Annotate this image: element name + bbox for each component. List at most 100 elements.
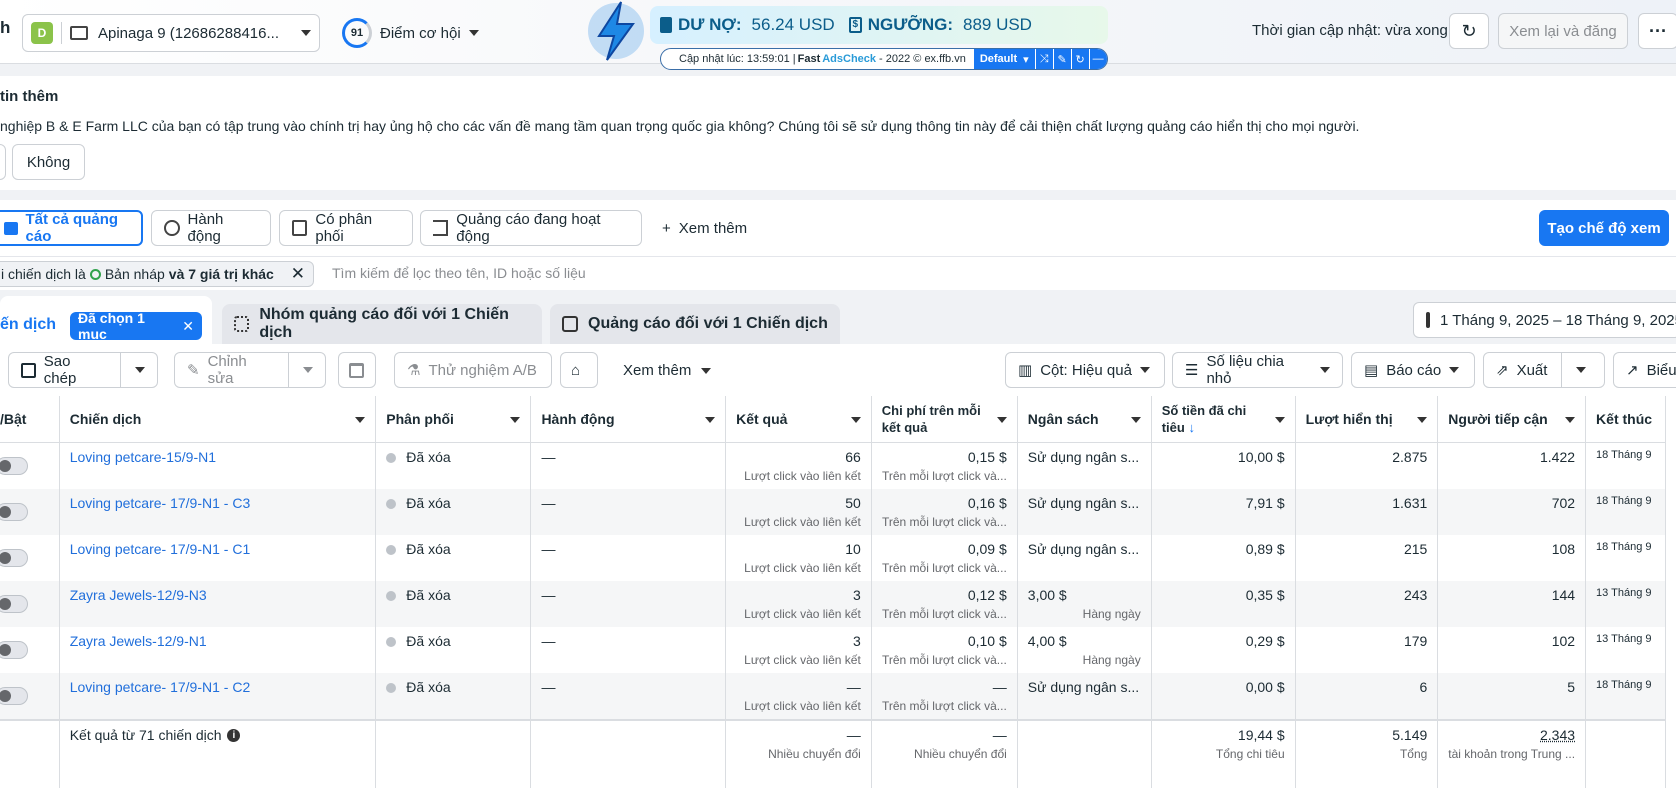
- totals-reach-value[interactable]: 2.343: [1448, 727, 1575, 743]
- campaign-table: /Bật Chiến dịch Phân phối Hành động Kết …: [0, 396, 1676, 788]
- close-icon[interactable]: ✕: [291, 264, 305, 284]
- table-row[interactable]: Loving petcare- 17/9-N1 - C2 Đã xóa — — L…: [0, 673, 1666, 720]
- campaign-toggle[interactable]: [0, 457, 28, 475]
- cpr-cell: 0,09 $ Trên mỗi lượt click và...: [871, 535, 1017, 581]
- tab-ads[interactable]: Quảng cáo đối với 1 Chiến dịch: [550, 304, 840, 344]
- tab-campaigns[interactable]: ến dịch Đã chọn 1 mục ✕: [0, 296, 212, 344]
- campaign-name-link[interactable]: Loving petcare- 17/9-N1 - C3: [70, 495, 251, 511]
- actions-cell: —: [531, 489, 726, 535]
- search-input[interactable]: Tìm kiếm để lọc theo tên, ID hoặc số liệ…: [332, 265, 586, 281]
- col-amount-spent[interactable]: Số tiền đã chi tiêu ↓: [1151, 396, 1295, 442]
- filter-all-ads[interactable]: Tất cả quảng cáo: [0, 210, 143, 246]
- col-budget[interactable]: Ngân sách: [1017, 396, 1151, 442]
- campaign-cell: Loving petcare- 17/9-N1 - C2: [59, 673, 376, 720]
- totals-spent-sub: Tổng chi tiêu: [1162, 747, 1285, 761]
- export-button[interactable]: ⇗ Xuất: [1483, 352, 1605, 388]
- profile-select[interactable]: Default ▾: [974, 48, 1035, 70]
- review-publish-button[interactable]: Xem lại và đăng: [1498, 13, 1628, 49]
- refresh-button[interactable]: ↻: [1449, 13, 1489, 49]
- col-reach[interactable]: Người tiếp cận: [1438, 396, 1586, 442]
- col-campaign[interactable]: Chiến dịch: [59, 396, 376, 442]
- columns-button[interactable]: ▥ Cột: Hiệu quả: [1005, 352, 1165, 388]
- table-row[interactable]: Zayra Jewels-12/9-N1 Đã xóa — 3 Lượt clic…: [0, 627, 1666, 673]
- chevron-down-icon: [701, 368, 711, 374]
- breakdown-button[interactable]: ☰ Số liệu chia nhỏ: [1172, 352, 1343, 388]
- col-delivery[interactable]: Phân phối: [376, 396, 531, 442]
- results-cell: 3 Lượt click vào liên kết: [726, 581, 872, 627]
- campaign-toggle[interactable]: [0, 641, 28, 659]
- status-dot-icon: [386, 683, 396, 693]
- chevron-down-icon: [705, 417, 715, 423]
- refresh-icon: ↻: [1461, 21, 1476, 42]
- minimize-button[interactable]: —: [1089, 48, 1107, 70]
- campaign-toggle[interactable]: [0, 503, 28, 521]
- toggle-cell: [0, 581, 59, 627]
- chevron-down-icon: [1140, 367, 1150, 373]
- copy-button[interactable]: Sao chép: [8, 352, 158, 388]
- filter-delivered[interactable]: Có phân phối: [279, 210, 413, 246]
- tab-adsets[interactable]: Nhóm quảng cáo đối với 1 Chiến dịch: [222, 304, 542, 344]
- table-row[interactable]: Loving petcare- 17/9-N1 - C1 Đã xóa — 10…: [0, 535, 1666, 581]
- impressions-cell: 243: [1295, 581, 1438, 627]
- filter-active-ads[interactable]: Quảng cáo đang hoạt động: [420, 210, 642, 246]
- campaign-toggle[interactable]: [0, 595, 28, 613]
- reports-label: Báo cáo: [1386, 362, 1441, 379]
- col-toggle[interactable]: /Bật: [0, 396, 59, 442]
- ends-value: 18 Tháng 9: [1596, 679, 1655, 691]
- yes-button[interactable]: [0, 144, 6, 180]
- reach-value: 5: [1448, 679, 1575, 695]
- delivery-cell: Đã xóa: [376, 535, 531, 581]
- opportunity-score-button[interactable]: 91 Điểm cơ hội: [342, 18, 479, 48]
- filter-see-more[interactable]: + Xem thêm: [662, 220, 747, 237]
- chevron-down-icon[interactable]: [1576, 367, 1586, 373]
- campaign-name-link[interactable]: Zayra Jewels-12/9-N3: [70, 587, 207, 603]
- folder-icon: [4, 222, 18, 235]
- cpr-cell: — Trên mỗi lượt click và...: [871, 673, 1017, 720]
- table-row[interactable]: Loving petcare- 17/9-N1 - C3 Đã xóa — 50…: [0, 489, 1666, 535]
- campaign-name-link[interactable]: Loving petcare-15/9-N1: [70, 449, 216, 465]
- reports-button[interactable]: ▤ Báo cáo: [1351, 352, 1475, 388]
- results-sub: Lượt click vào liên kết: [736, 561, 861, 575]
- edit-button[interactable]: ✎ Chỉnh sửa: [174, 352, 326, 388]
- campaign-name-link[interactable]: Loving petcare- 17/9-N1 - C1: [70, 541, 251, 557]
- chevron-down-icon[interactable]: [303, 367, 313, 373]
- selected-badge[interactable]: Đã chọn 1 mục ✕: [70, 312, 202, 340]
- col-actions[interactable]: Hành động: [531, 396, 726, 442]
- col-results[interactable]: Kết quả: [726, 396, 872, 442]
- impressions-cell: 1.631: [1295, 489, 1438, 535]
- totals-cpr-sub: Nhiều chuyển đổi: [882, 747, 1007, 761]
- table-row[interactable]: Loving petcare-15/9-N1 Đã xóa — 66 Lượt c…: [0, 442, 1666, 489]
- table-row[interactable]: Zayra Jewels-12/9-N3 Đã xóa — 3 Lượt clic…: [0, 581, 1666, 627]
- campaign-name-link[interactable]: Loving petcare- 17/9-N1 - C2: [70, 679, 251, 695]
- totals-reach-sub: tài khoản trong Trung ...: [1448, 747, 1575, 761]
- no-button[interactable]: Không: [12, 144, 85, 180]
- edit-icon[interactable]: ✎: [1053, 48, 1071, 70]
- campaign-name-link[interactable]: Zayra Jewels-12/9-N1: [70, 633, 207, 649]
- close-icon[interactable]: ✕: [182, 318, 194, 335]
- create-view-button[interactable]: Tạo chế độ xem: [1539, 210, 1669, 246]
- more-options-button[interactable]: ···: [1638, 13, 1676, 49]
- filter-actions[interactable]: Hành động: [151, 210, 271, 246]
- chart-button[interactable]: ↗ Biểu: [1613, 352, 1676, 388]
- shuffle-icon[interactable]: ⤨: [1035, 48, 1053, 70]
- toolbar-see-more[interactable]: Xem thêm: [623, 362, 711, 379]
- info-icon[interactable]: i: [227, 729, 240, 742]
- campaign-toggle[interactable]: [0, 687, 28, 705]
- refresh-icon[interactable]: ↻: [1071, 48, 1089, 70]
- campaign-cell: Zayra Jewels-12/9-N1: [59, 627, 376, 673]
- date-range-picker[interactable]: 1 Tháng 9, 2025 – 18 Tháng 9, 2025: [1413, 302, 1676, 338]
- col-label: Chi phí trên mỗi kết quả: [882, 403, 981, 435]
- tag-button[interactable]: ⌂: [560, 352, 598, 388]
- status-dot-icon: [386, 453, 396, 463]
- col-cost-per-result[interactable]: Chi phí trên mỗi kết quả: [871, 396, 1017, 442]
- account-selector[interactable]: D Apinaga 9 (12686288416...: [22, 14, 320, 52]
- chevron-down-icon[interactable]: [135, 367, 145, 373]
- col-ends[interactable]: Kết thúc: [1586, 396, 1666, 442]
- ab-test-button[interactable]: ⚗ Thử nghiệm A/B: [394, 352, 552, 388]
- actions-value: —: [541, 587, 555, 603]
- active-filter-pill[interactable]: i chiến dịch là Bản nháp và 7 giá trị kh…: [0, 261, 314, 287]
- delete-button[interactable]: [338, 352, 376, 388]
- campaign-toggle[interactable]: [0, 549, 28, 567]
- chart-label: Biểu: [1647, 362, 1676, 379]
- col-impressions[interactable]: Lượt hiển thị: [1295, 396, 1438, 442]
